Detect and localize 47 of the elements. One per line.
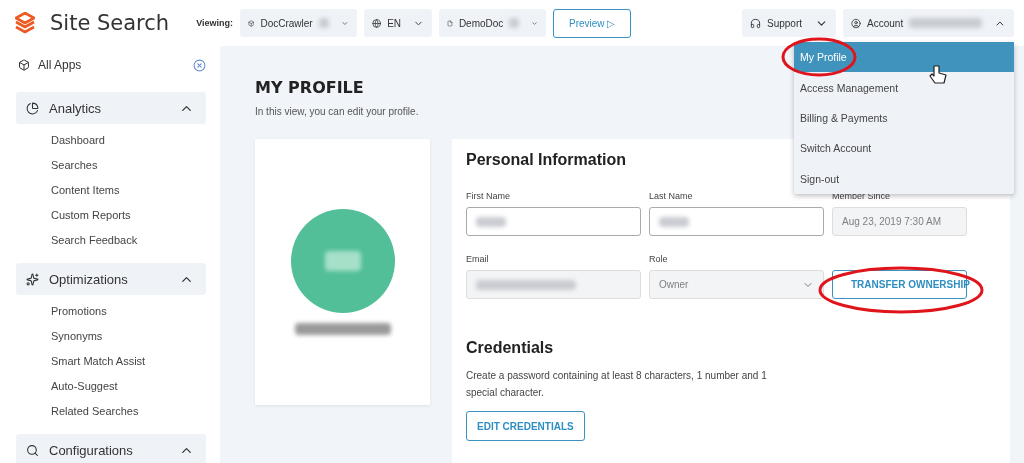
sidebar-section-header[interactable]: Configurations bbox=[16, 434, 206, 463]
page-title: MY PROFILE bbox=[255, 78, 364, 97]
sidebar-item[interactable]: Smart Match Assist bbox=[16, 348, 206, 373]
user-icon bbox=[851, 17, 862, 29]
logo-icon bbox=[15, 12, 35, 34]
context-select[interactable]: DocCrawler bbox=[240, 9, 357, 37]
support-button[interactable]: Support bbox=[742, 9, 836, 37]
viewing-label: Viewing: bbox=[196, 18, 233, 28]
context-select[interactable]: DemoDoc bbox=[439, 9, 546, 37]
input-field[interactable] bbox=[466, 207, 641, 236]
input-field[interactable] bbox=[649, 207, 824, 236]
sidebar-item[interactable]: Search Feedback bbox=[16, 227, 206, 252]
menu-item[interactable]: Access Management bbox=[794, 72, 1014, 103]
section-title: Personal Information bbox=[466, 151, 628, 169]
sidebar-section-header[interactable]: Optimizations bbox=[16, 263, 206, 295]
credentials-hint: Create a password containing at least 8 characters, 1 number and 1 special character. bbox=[466, 369, 768, 400]
preview-button[interactable]: Preview ▷ bbox=[553, 8, 632, 38]
menu-item[interactable]: Switch Account bbox=[794, 133, 1014, 164]
search-icon bbox=[26, 443, 39, 457]
headset-icon bbox=[750, 17, 761, 29]
sidebar-item[interactable]: Promotions bbox=[16, 298, 206, 323]
field-label: Email bbox=[466, 254, 490, 264]
context-select[interactable]: EN bbox=[364, 9, 432, 37]
field-label: First Name bbox=[466, 191, 511, 201]
all-apps-link[interactable]: All Apps bbox=[38, 58, 82, 72]
page-subtitle: In this view, you can edit your profile. bbox=[255, 106, 420, 117]
app-title: Site Search bbox=[50, 11, 170, 35]
sidebar-item[interactable]: Searches bbox=[16, 152, 206, 177]
sidebar-section-header[interactable]: Analytics bbox=[16, 92, 206, 124]
field-label: Role bbox=[649, 254, 669, 264]
pie-chart-icon bbox=[26, 101, 39, 115]
section-title: Credentials bbox=[466, 339, 555, 357]
account-button[interactable]: Account bbox=[843, 9, 1014, 37]
sidebar-item[interactable]: Custom Reports bbox=[16, 202, 206, 227]
menu-item[interactable]: Sign-out bbox=[794, 163, 1014, 194]
sparkle-icon bbox=[26, 272, 39, 286]
menu-item[interactable]: Billing & Payments bbox=[794, 102, 1014, 134]
cube-icon bbox=[18, 59, 30, 71]
hand-cursor-icon bbox=[929, 64, 947, 86]
sidebar-item[interactable]: Content Items bbox=[16, 177, 206, 202]
sidebar-item[interactable]: Related Searches bbox=[16, 398, 206, 423]
edit-credentials-button[interactable]: EDIT CREDENTIALS bbox=[466, 411, 585, 441]
sidebar-item[interactable]: Dashboard bbox=[16, 127, 206, 152]
sidebar-item[interactable]: Synonyms bbox=[16, 323, 206, 348]
sidebar-item[interactable]: Auto-Suggest bbox=[16, 373, 206, 398]
collapse-icon[interactable] bbox=[193, 58, 206, 72]
field-label: Last Name bbox=[649, 191, 694, 201]
